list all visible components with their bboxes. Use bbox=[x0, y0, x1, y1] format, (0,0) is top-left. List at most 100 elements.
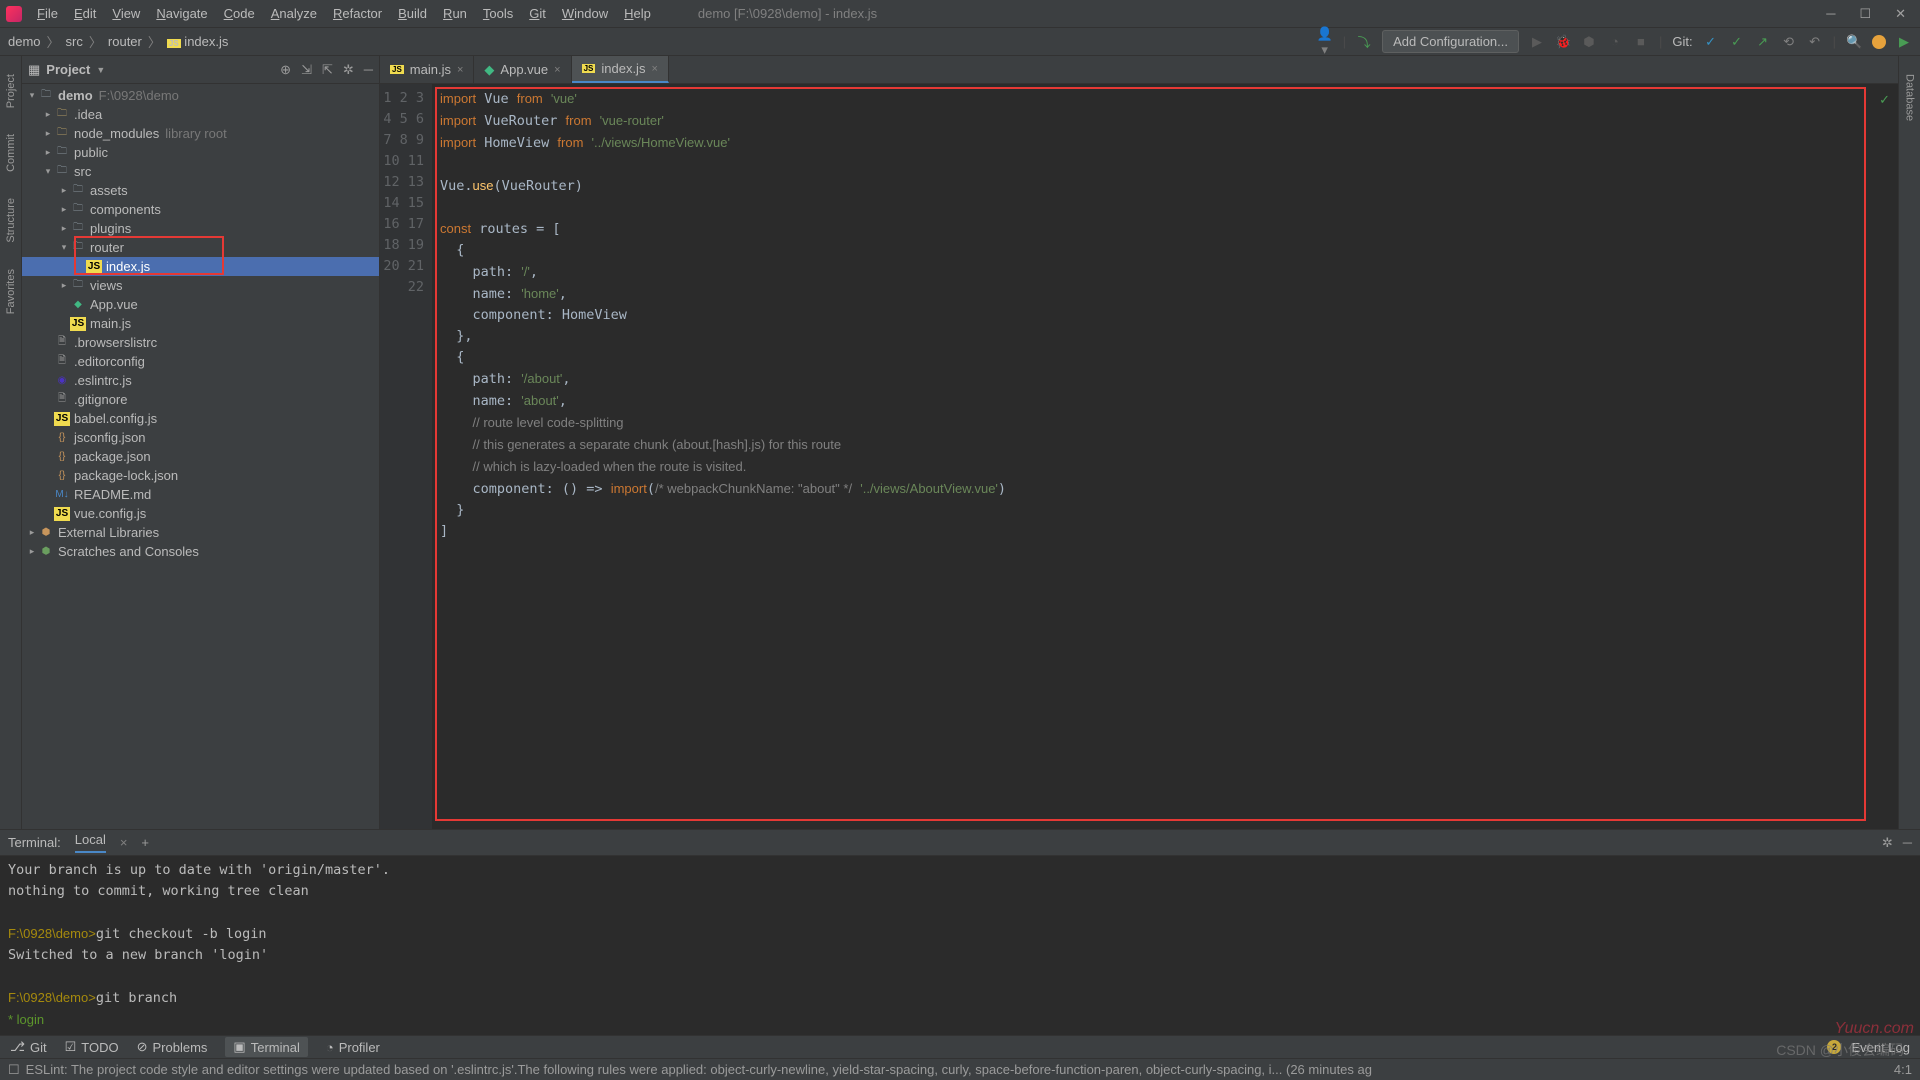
project-tree[interactable]: ▾🗀demo F:\0928\demo ▸🗀.idea ▸🗀node_modul… bbox=[22, 84, 379, 829]
tree-item-views[interactable]: ▸🗀views bbox=[22, 276, 379, 295]
tree-item-README.md[interactable]: M↓README.md bbox=[22, 485, 379, 504]
menu-code[interactable]: Code bbox=[217, 3, 262, 24]
editor-tab-App.vue[interactable]: ◆App.vue× bbox=[474, 56, 571, 83]
bottom-tab-problems[interactable]: ⊘Problems bbox=[137, 1039, 208, 1055]
locate-icon[interactable]: ⊕ bbox=[280, 62, 291, 78]
tree-item-components[interactable]: ▸🗀components bbox=[22, 200, 379, 219]
bottom-tab-todo[interactable]: ☑TODO bbox=[65, 1039, 119, 1055]
terminal-settings-icon[interactable]: ✲ bbox=[1882, 835, 1893, 851]
tree-item-.gitignore[interactable]: 🗎.gitignore bbox=[22, 390, 379, 409]
run-icon[interactable]: ▶ bbox=[1529, 34, 1545, 50]
tree-item-router[interactable]: ▾🗀router bbox=[22, 238, 379, 257]
git-update-icon[interactable]: ✓ bbox=[1703, 34, 1719, 50]
terminal-add-icon[interactable]: + bbox=[141, 835, 149, 850]
bottom-tab-git[interactable]: ⎇Git bbox=[10, 1039, 47, 1055]
tree-item-App.vue[interactable]: ◆App.vue bbox=[22, 295, 379, 314]
menu-run[interactable]: Run bbox=[436, 3, 474, 24]
terminal-hide-icon[interactable]: ─ bbox=[1903, 835, 1912, 851]
dropdown-icon[interactable]: ▼ bbox=[96, 65, 105, 75]
code-content[interactable]: import Vue from 'vue' import VueRouter f… bbox=[432, 84, 1898, 829]
debug-icon[interactable]: 🐞 bbox=[1555, 34, 1571, 50]
menu-file[interactable]: File bbox=[30, 3, 65, 24]
stop-icon[interactable]: ■ bbox=[1633, 34, 1649, 49]
menu-navigate[interactable]: Navigate bbox=[149, 3, 214, 24]
terminal-tab-close-icon[interactable]: × bbox=[120, 835, 128, 850]
menu-analyze[interactable]: Analyze bbox=[264, 3, 324, 24]
tree-item-main.js[interactable]: JSmain.js bbox=[22, 314, 379, 333]
tree-item-src[interactable]: ▾🗀src bbox=[22, 162, 379, 181]
menu-git[interactable]: Git bbox=[522, 3, 553, 24]
git-rollback-icon[interactable]: ↶ bbox=[1807, 34, 1823, 50]
tree-external-libraries[interactable]: ▸⬢External Libraries bbox=[22, 523, 379, 542]
collapse-icon[interactable]: ⇱ bbox=[322, 62, 333, 78]
ide-avatar-icon[interactable] bbox=[1872, 35, 1886, 49]
status-icon[interactable]: ☐ bbox=[8, 1062, 20, 1078]
event-log-button[interactable]: Event Log bbox=[1851, 1040, 1910, 1055]
tree-item-.browserslistrc[interactable]: 🗎.browserslistrc bbox=[22, 333, 379, 352]
editor-tab-main.js[interactable]: JSmain.js× bbox=[380, 56, 474, 83]
gutter-tab-project[interactable]: Project bbox=[5, 74, 17, 108]
tab-close-icon[interactable]: × bbox=[554, 64, 560, 76]
gutter-tab-structure[interactable]: Structure bbox=[5, 198, 17, 243]
tree-item-package.json[interactable]: {}package.json bbox=[22, 447, 379, 466]
terminal-tab-local[interactable]: Local bbox=[75, 832, 106, 853]
breadcrumb-item[interactable]: demo bbox=[8, 34, 41, 49]
menu-tools[interactable]: Tools bbox=[476, 3, 520, 24]
terminal-output[interactable]: Your branch is up to date with 'origin/m… bbox=[0, 856, 1920, 1035]
tree-item-.editorconfig[interactable]: 🗎.editorconfig bbox=[22, 352, 379, 371]
git-push-icon[interactable]: ↗ bbox=[1755, 34, 1771, 50]
gutter-tab-commit[interactable]: Commit bbox=[5, 134, 17, 172]
tab-close-icon[interactable]: × bbox=[651, 63, 657, 75]
tree-item-babel.config.js[interactable]: JSbabel.config.js bbox=[22, 409, 379, 428]
breadcrumb-item[interactable]: JS index.js bbox=[167, 34, 229, 49]
editor-panel: JSmain.js× ◆App.vue× JSindex.js× ✓ 1 2 3… bbox=[380, 56, 1898, 829]
left-gutter: Project Commit Structure Favorites bbox=[0, 56, 22, 829]
project-title: Project bbox=[46, 62, 90, 77]
tree-item-package-lock.json[interactable]: {}package-lock.json bbox=[22, 466, 379, 485]
breadcrumb-item[interactable]: src bbox=[66, 34, 83, 49]
menu-edit[interactable]: Edit bbox=[67, 3, 103, 24]
close-icon[interactable]: ✕ bbox=[1895, 6, 1906, 22]
gutter-tab-database[interactable]: Database bbox=[1904, 74, 1916, 121]
tree-scratches[interactable]: ▸⬢Scratches and Consoles bbox=[22, 542, 379, 561]
tree-item-.idea[interactable]: ▸🗀.idea bbox=[22, 105, 379, 124]
git-history-icon[interactable]: ⟲ bbox=[1781, 34, 1797, 50]
user-icon[interactable]: 👤▾ bbox=[1317, 26, 1333, 58]
search-icon[interactable]: 🔍 bbox=[1846, 34, 1862, 50]
maximize-icon[interactable]: ☐ bbox=[1859, 6, 1871, 22]
tree-item-public[interactable]: ▸🗀public bbox=[22, 143, 379, 162]
menu-window[interactable]: Window bbox=[555, 3, 615, 24]
tree-item-index.js[interactable]: JSindex.js bbox=[22, 257, 379, 276]
bottom-tab-terminal[interactable]: ▣Terminal bbox=[225, 1037, 307, 1057]
tree-item-assets[interactable]: ▸🗀assets bbox=[22, 181, 379, 200]
expand-icon[interactable]: ⇲ bbox=[301, 62, 312, 78]
coverage-icon[interactable]: ⬢ bbox=[1581, 34, 1597, 50]
hide-icon[interactable]: ─ bbox=[364, 62, 373, 78]
menu-refactor[interactable]: Refactor bbox=[326, 3, 389, 24]
gutter-tab-favorites[interactable]: Favorites bbox=[5, 269, 17, 314]
tree-item-node_modules[interactable]: ▸🗀node_moduleslibrary root bbox=[22, 124, 379, 143]
run-config-button[interactable]: Add Configuration... bbox=[1382, 30, 1519, 53]
project-tool-icon: ▦ bbox=[28, 62, 40, 78]
tree-item-plugins[interactable]: ▸🗀plugins bbox=[22, 219, 379, 238]
run-anywhere-icon[interactable]: ▶ bbox=[1896, 34, 1912, 50]
settings-icon[interactable]: ✲ bbox=[343, 62, 354, 78]
menu-help[interactable]: Help bbox=[617, 3, 658, 24]
build-icon[interactable]: ⤵ bbox=[1356, 32, 1372, 51]
profile-icon[interactable]: ◔ bbox=[1607, 34, 1623, 49]
editor-tab-index.js[interactable]: JSindex.js× bbox=[572, 56, 669, 83]
minimize-icon[interactable]: ─ bbox=[1826, 6, 1835, 22]
git-commit-icon[interactable]: ✓ bbox=[1729, 34, 1745, 50]
breadcrumb-item[interactable]: router bbox=[108, 34, 142, 49]
inspection-ok-icon[interactable]: ✓ bbox=[1879, 92, 1890, 108]
tree-item-jsconfig.json[interactable]: {}jsconfig.json bbox=[22, 428, 379, 447]
menu-view[interactable]: View bbox=[105, 3, 147, 24]
tree-item-.eslintrc.js[interactable]: ◉.eslintrc.js bbox=[22, 371, 379, 390]
code-area[interactable]: ✓ 1 2 3 4 5 6 7 8 9 10 11 12 13 14 15 16… bbox=[380, 84, 1898, 829]
menu-build[interactable]: Build bbox=[391, 3, 434, 24]
tab-close-icon[interactable]: × bbox=[457, 64, 463, 76]
tree-root[interactable]: ▾🗀demo F:\0928\demo bbox=[22, 86, 379, 105]
tree-item-vue.config.js[interactable]: JSvue.config.js bbox=[22, 504, 379, 523]
project-header: ▦ Project ▼ ⊕ ⇲ ⇱ ✲ ─ bbox=[22, 56, 379, 84]
bottom-tab-profiler[interactable]: ◔Profiler bbox=[326, 1040, 380, 1055]
